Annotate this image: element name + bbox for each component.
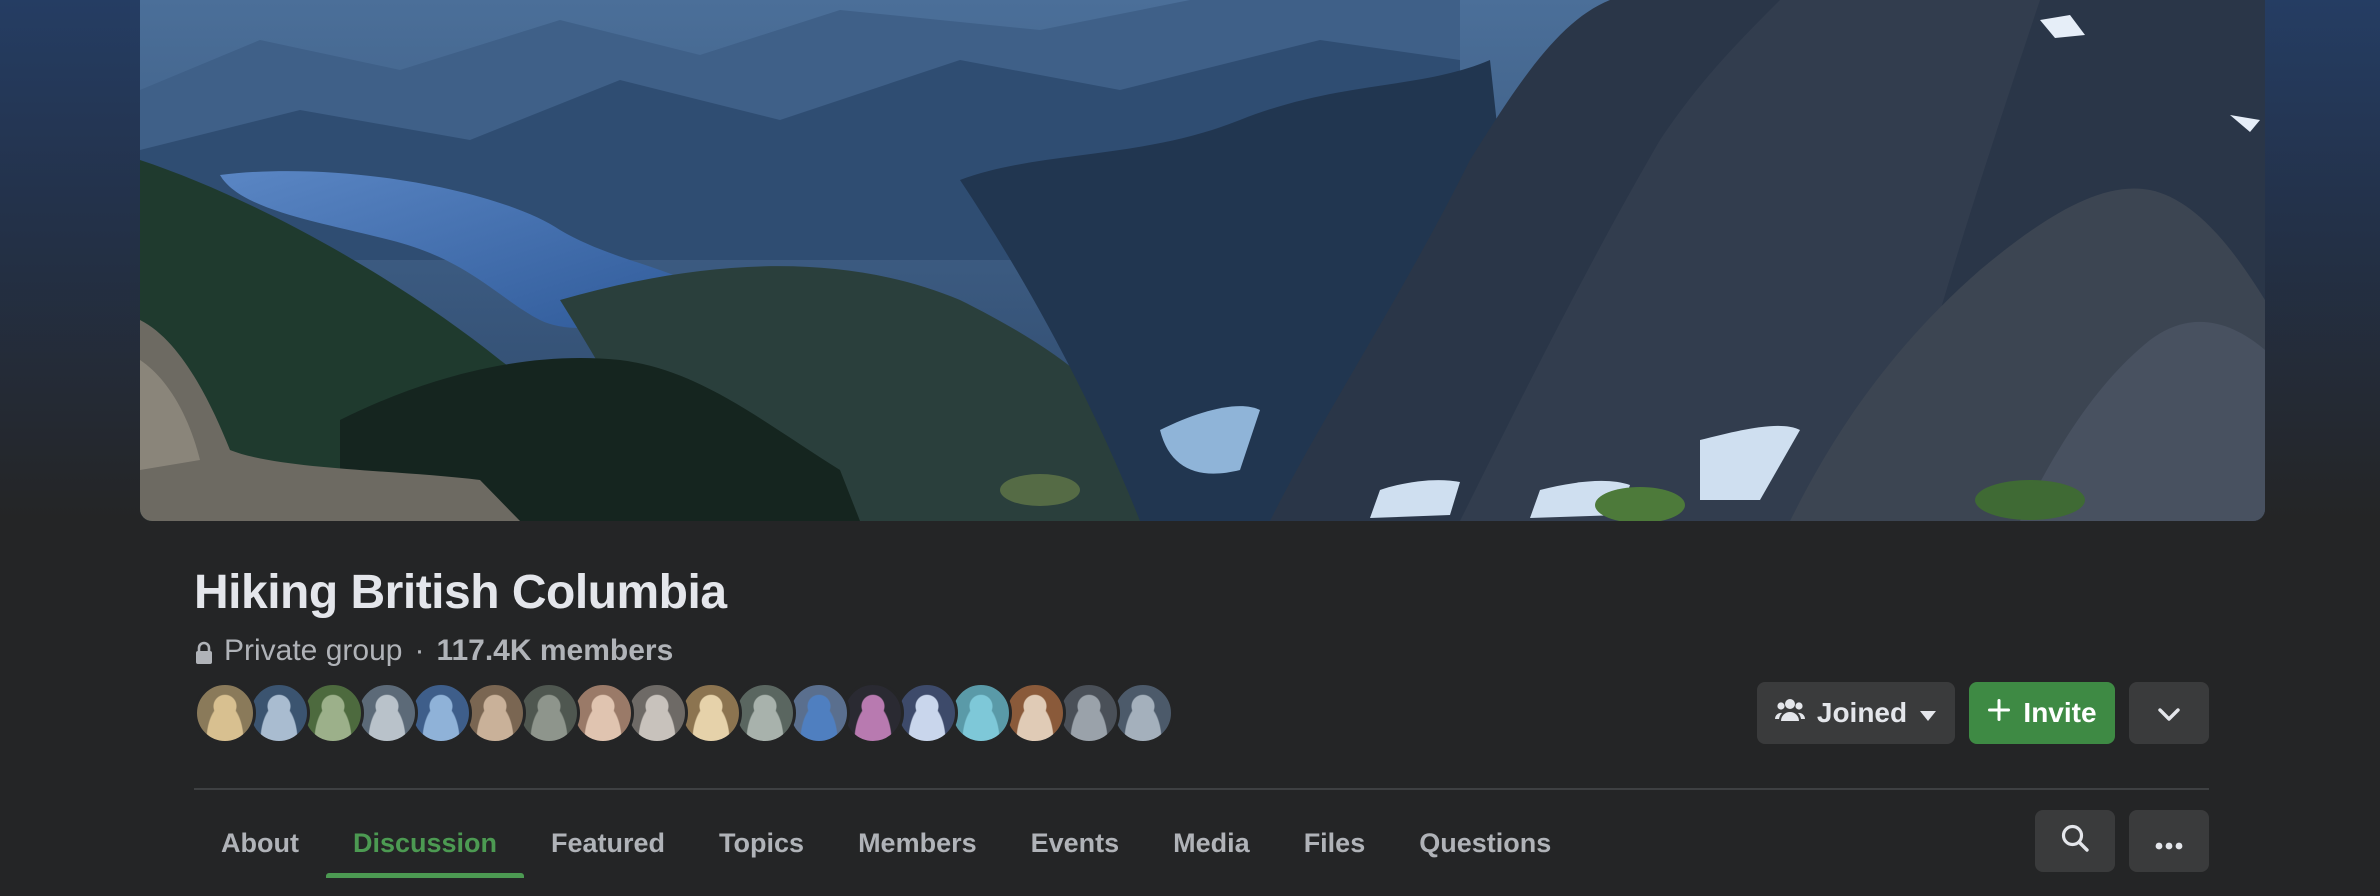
more-dots-icon [2155, 825, 2183, 857]
header-divider [194, 788, 2209, 790]
group-meta: Private group · 117.4K members [194, 631, 673, 671]
member-avatar[interactable] [1112, 682, 1174, 744]
caret-down-icon [1919, 697, 1937, 729]
member-avatar[interactable] [1058, 682, 1120, 744]
tab-actions [2035, 810, 2209, 872]
group-page: Hiking British Columbia Private group · … [0, 0, 2380, 896]
people-icon [1774, 697, 1805, 730]
search-button[interactable] [2035, 810, 2115, 872]
member-avatar[interactable] [248, 682, 310, 744]
expand-button[interactable] [2129, 682, 2209, 744]
member-avatar[interactable] [302, 682, 364, 744]
meta-separator: · [414, 634, 425, 667]
member-avatar[interactable] [626, 682, 688, 744]
member-avatar[interactable] [410, 682, 472, 744]
tab-media[interactable]: Media [1146, 810, 1277, 876]
mountain-landscape-image [140, 0, 2265, 521]
invite-button[interactable]: Invite [1969, 682, 2115, 744]
member-avatar[interactable] [194, 682, 256, 744]
cover-photo[interactable] [140, 0, 2265, 521]
invite-label: Invite [2023, 697, 2097, 728]
tab-questions[interactable]: Questions [1392, 810, 1578, 876]
member-avatars [194, 682, 1174, 744]
member-avatar[interactable] [896, 682, 958, 744]
plus-icon [1987, 697, 2011, 729]
privacy-label[interactable]: Private group [224, 634, 402, 668]
member-avatar[interactable] [842, 682, 904, 744]
search-icon [2060, 823, 2090, 860]
member-avatar[interactable] [734, 682, 796, 744]
tab-topics[interactable]: Topics [692, 810, 831, 876]
member-avatar[interactable] [680, 682, 742, 744]
member-avatar[interactable] [356, 682, 418, 744]
tab-members[interactable]: Members [831, 810, 1004, 876]
group-header: Hiking British Columbia Private group · … [194, 521, 2209, 896]
joined-button[interactable]: Joined [1757, 682, 1955, 744]
member-count[interactable]: 117.4K members [436, 634, 673, 668]
member-avatar[interactable] [950, 682, 1012, 744]
member-avatar[interactable] [788, 682, 850, 744]
more-options-button[interactable] [2129, 810, 2209, 872]
member-avatar[interactable] [1004, 682, 1066, 744]
chevron-down-icon [2158, 697, 2180, 729]
joined-label: Joined [1816, 697, 1908, 728]
group-tabs: About Discussion Featured Topics Members Even… [194, 810, 1578, 878]
group-actions: Joined Invite [1757, 682, 2209, 744]
tab-featured[interactable]: Featured [524, 810, 692, 876]
member-avatar[interactable] [464, 682, 526, 744]
tab-about[interactable]: About [194, 810, 326, 876]
tab-files[interactable]: Files [1277, 810, 1393, 876]
group-name[interactable]: Hiking British Columbia [194, 565, 727, 620]
member-avatar[interactable] [518, 682, 580, 744]
member-avatar[interactable] [572, 682, 634, 744]
tab-events[interactable]: Events [1004, 810, 1147, 876]
lock-icon [194, 639, 214, 664]
tab-discussion[interactable]: Discussion [325, 810, 525, 878]
